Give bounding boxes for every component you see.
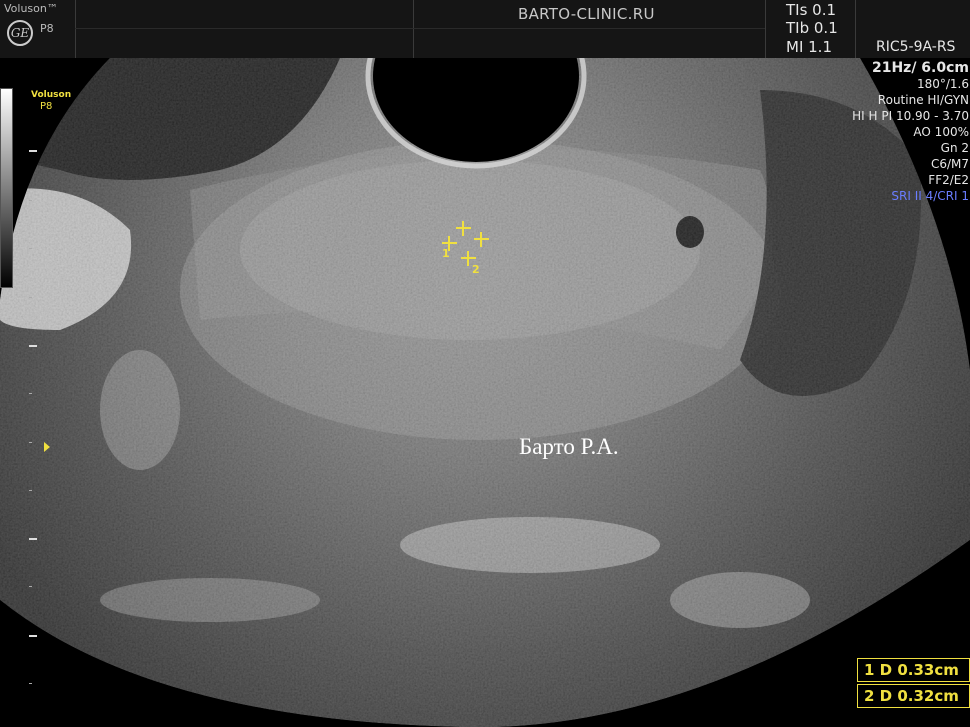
gain-param: Gn 2 — [940, 141, 969, 155]
focus-marker-icon[interactable] — [44, 442, 50, 452]
sri-param: SRI II 4/CRI 1 — [891, 189, 969, 203]
header-divider — [855, 0, 856, 58]
measurement-results: 1 D 0.33cm 2 D 0.32cm — [857, 656, 970, 727]
caliper-2-label: 2 — [472, 263, 480, 276]
header-divider — [765, 0, 766, 58]
measurement-1[interactable]: 1 D 0.33cm — [857, 658, 970, 682]
probe-name: RIC5-9A-RS — [876, 39, 956, 55]
mi-index: MI 1.1 — [786, 38, 832, 56]
depth-tick — [29, 683, 32, 684]
harmonic-param: HI H PI 10.90 - 3.70 — [852, 109, 969, 123]
clinic-name: BARTO-CLINIC.RU — [518, 5, 655, 23]
ultrasound-image — [0, 58, 970, 727]
depth-tick — [29, 393, 32, 394]
scale-preset-label: P8 — [40, 101, 53, 112]
depth-tick — [29, 490, 32, 491]
header-divider — [75, 0, 76, 58]
depth-tick — [29, 345, 37, 347]
depth-tick — [29, 586, 32, 587]
preset-label: P8 — [40, 22, 54, 35]
caliper-1-start-icon[interactable] — [456, 221, 471, 236]
depth-tick — [29, 248, 32, 249]
tib-index: TIb 0.1 — [786, 19, 838, 37]
header-bar: Voluson™ GE P8 BARTO-CLINIC.RU TIs 0.1 T… — [0, 0, 970, 58]
preset-param: Routine HI/GYN — [877, 93, 969, 107]
brand-label: Voluson™ — [4, 2, 58, 15]
tis-index: TIs 0.1 — [786, 1, 837, 19]
author-watermark: Барто Р.А. — [519, 434, 619, 459]
frame-rate-depth: 21Hz/ 6.0cm — [871, 60, 969, 76]
header-divider — [413, 0, 414, 58]
caliper-1-label: 1 — [442, 247, 450, 260]
caliper-1-end-icon[interactable] — [474, 232, 489, 247]
frequency-param: FF2/E2 — [928, 173, 969, 187]
parameter-panel: 21Hz/ 6.0cm 180°/1.6 Routine HI/GYN HI H… — [852, 60, 969, 204]
depth-tick — [29, 150, 37, 152]
depth-tick — [29, 442, 32, 443]
header-divider — [75, 28, 765, 29]
depth-tick — [29, 200, 32, 201]
depth-tick — [29, 635, 37, 637]
depth-tick — [29, 538, 37, 540]
measurement-2[interactable]: 2 D 0.32cm — [857, 684, 970, 708]
ge-logo-icon: GE — [7, 20, 33, 46]
scale-brand-label: Voluson — [31, 90, 72, 100]
angle-param: 180°/1.6 — [916, 77, 969, 91]
output-param: AO 100% — [913, 125, 969, 139]
map-param: C6/M7 — [930, 157, 969, 171]
depth-tick — [29, 297, 32, 298]
grayscale-bar — [0, 88, 13, 288]
